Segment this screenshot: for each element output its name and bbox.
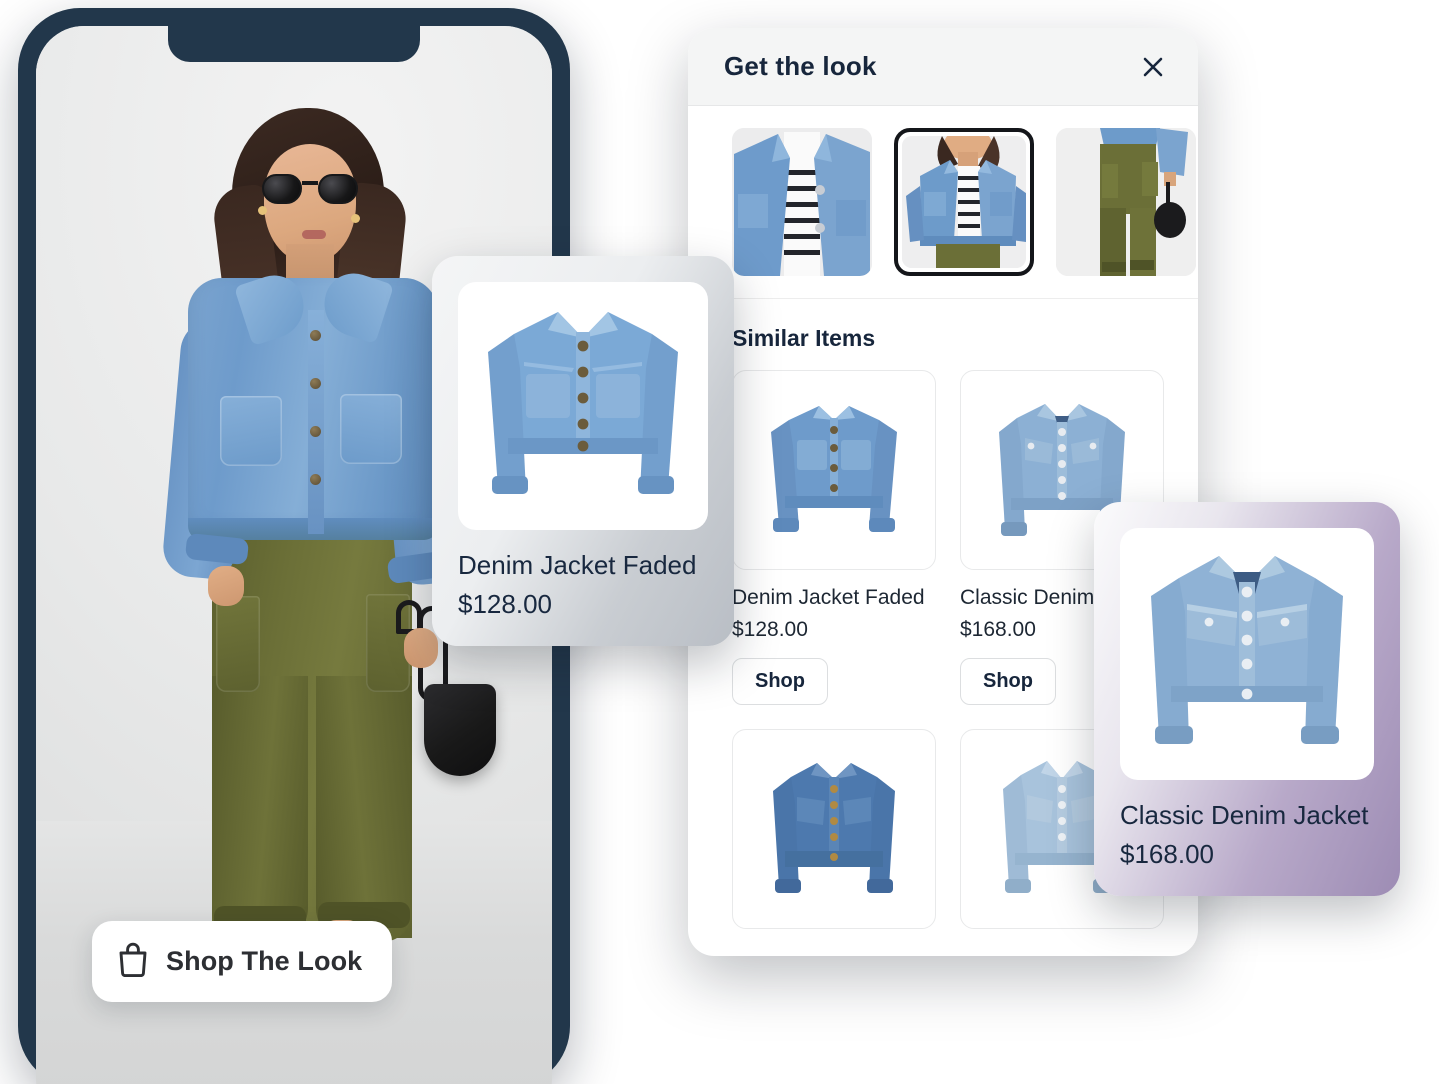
sunglass-bridge	[302, 181, 318, 185]
look-thumbnail-carousel[interactable]	[688, 106, 1198, 299]
product-card[interactable]: Denim Jacket Faded $128.00 Shop	[732, 370, 936, 705]
floating-card-name: Denim Jacket Faded	[458, 550, 697, 580]
earring-left	[258, 206, 267, 215]
earring-right	[351, 214, 360, 223]
look-thumbnail-2[interactable]	[894, 128, 1034, 276]
floating-card-price: $168.00	[1120, 839, 1214, 869]
screenshot-stage: Shop The Look Get the look Similar Items…	[0, 0, 1439, 1084]
similar-items-section: Similar Items	[688, 299, 1198, 366]
sunglasses	[262, 174, 358, 204]
thumbnail-image	[902, 136, 1026, 268]
phone-notch	[168, 26, 420, 62]
floating-product-card-classic[interactable]: Classic Denim Jacket $168.00	[1094, 502, 1400, 896]
shop-the-look-button[interactable]: Shop The Look	[92, 921, 393, 1002]
panel-header: Get the look	[688, 28, 1198, 106]
cargo-pocket-left	[216, 596, 260, 692]
product-name: Denim Jacket Faded	[732, 586, 925, 609]
look-thumbnail-1[interactable]	[732, 128, 872, 276]
floating-card-price: $128.00	[458, 589, 552, 619]
jacket-button	[310, 330, 321, 341]
jacket-button	[310, 474, 321, 485]
thumbnail-image	[1056, 128, 1196, 276]
product-card[interactable]	[732, 729, 936, 953]
product-price: $128.00	[732, 618, 808, 641]
floating-product-card-faded[interactable]: Denim Jacket Faded $128.00	[432, 256, 734, 646]
shop-button[interactable]: Shop	[732, 658, 828, 705]
floating-card-image	[458, 282, 708, 530]
black-handbag	[424, 684, 496, 776]
model-hand-left	[208, 566, 244, 606]
panel-title: Get the look	[724, 51, 877, 81]
floating-card-name: Classic Denim Jacket	[1120, 800, 1369, 830]
product-image	[732, 370, 936, 570]
similar-items-title: Similar Items	[732, 325, 876, 351]
sunglass-lens-left	[262, 174, 302, 204]
close-icon[interactable]	[1136, 50, 1170, 84]
model-lips	[302, 230, 326, 239]
shop-button[interactable]: Shop	[960, 658, 1056, 705]
sunglass-lens-right	[318, 174, 358, 204]
shop-the-look-label: Shop The Look	[166, 946, 363, 976]
jacket-placket	[308, 310, 324, 534]
pants-leg-left	[212, 676, 308, 942]
product-image	[732, 729, 936, 929]
model-hand-right	[404, 628, 438, 668]
jacket-button	[310, 426, 321, 437]
thumbnail-image	[732, 128, 872, 276]
jacket-button	[310, 378, 321, 389]
jacket-pocket-left	[220, 396, 282, 466]
look-thumbnail-3[interactable]	[1056, 128, 1196, 276]
shopping-bag-icon	[116, 941, 150, 982]
floating-card-image	[1120, 528, 1374, 780]
jacket-pocket-right	[340, 394, 402, 464]
